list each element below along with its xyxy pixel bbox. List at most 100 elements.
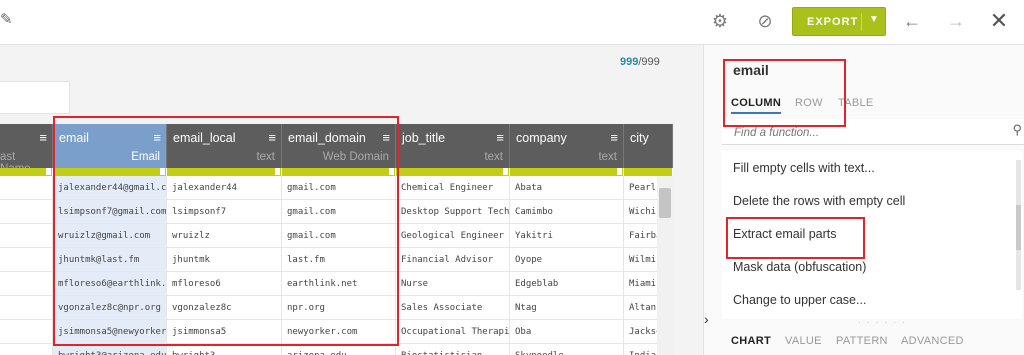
grid-search-box[interactable]: [0, 81, 70, 114]
scrollbar-thumb[interactable]: [1016, 205, 1021, 250]
table-cell[interactable]: Financial Advisor: [396, 248, 510, 272]
tab-advanced[interactable]: ADVANCED: [901, 335, 964, 347]
table-cell[interactable]: npr.org: [282, 296, 396, 320]
table-cell[interactable]: Nurse: [396, 272, 510, 296]
column-menu-icon[interactable]: ≡: [496, 130, 504, 145]
table-cell[interactable]: [0, 344, 53, 355]
column-menu-icon[interactable]: ≡: [382, 130, 390, 145]
gear-icon[interactable]: ⚙: [709, 10, 731, 32]
quality-bar: [624, 168, 673, 176]
search-icon[interactable]: ⚲: [1012, 122, 1022, 138]
table-cell[interactable]: mfloreso6: [167, 272, 282, 296]
tab-chart[interactable]: CHART: [731, 335, 771, 347]
function-fill-empty[interactable]: Fill empty cells with text...: [733, 161, 875, 175]
table-cell[interactable]: jalexander44: [167, 176, 282, 200]
table-cell[interactable]: [0, 200, 53, 224]
table-cell[interactable]: jsimmonsa5@newyorker.: [53, 320, 167, 344]
table-cell[interactable]: bwright3@arizona.edu: [53, 344, 167, 355]
column-menu-icon[interactable]: ≡: [39, 130, 47, 145]
table-cell[interactable]: Occupational Therapis: [396, 320, 510, 344]
tab-row[interactable]: ROW: [795, 97, 823, 109]
function-search-input[interactable]: [732, 123, 1006, 143]
tab-column[interactable]: COLUMN: [731, 97, 782, 114]
table-cell[interactable]: gmail.com: [282, 176, 396, 200]
table-cell[interactable]: Desktop Support Techn: [396, 200, 510, 224]
table-cell[interactable]: Edgeblab: [510, 272, 624, 296]
column-header[interactable]: city: [624, 124, 673, 168]
column-header[interactable]: job_title ≡ text: [396, 124, 510, 168]
function-delete-empty-rows[interactable]: Delete the rows with empty cell: [733, 194, 905, 208]
selected-column-title: email: [733, 62, 769, 78]
table-cell[interactable]: Sales Associate: [396, 296, 510, 320]
column-header[interactable]: email ≡ Email: [53, 124, 167, 168]
column-menu-icon[interactable]: ≡: [268, 130, 276, 145]
tab-value[interactable]: VALUE: [785, 335, 822, 347]
column-menu-icon[interactable]: ≡: [610, 130, 618, 145]
table-cell[interactable]: jhuntmk@last.fm: [53, 248, 167, 272]
table-cell[interactable]: lsimpsonf7@gmail.com: [53, 200, 167, 224]
table-cell[interactable]: [0, 248, 53, 272]
chevron-down-icon[interactable]: ▼: [869, 14, 880, 25]
table-cell[interactable]: Oba: [510, 320, 624, 344]
table-cell[interactable]: gmail.com: [282, 200, 396, 224]
table-cell[interactable]: gmail.com: [282, 224, 396, 248]
top-toolbar: ✎ ⚙ ⊘ EXPORT ▼ ← → ✕: [0, 0, 1024, 45]
column-menu-icon[interactable]: ≡: [153, 130, 161, 145]
table-cell[interactable]: mfloreso6@earthlink.n: [53, 272, 167, 296]
column-header[interactable]: company ≡ text: [510, 124, 624, 168]
table-cell[interactable]: Ntag: [510, 296, 624, 320]
table-cell[interactable]: vgonzalez8c@npr.org: [53, 296, 167, 320]
column-name: company: [516, 131, 567, 145]
panel-scrollbar[interactable]: [1016, 160, 1021, 290]
table-cell[interactable]: Abata: [510, 176, 624, 200]
link-icon[interactable]: ⊘: [754, 10, 776, 32]
table-cell[interactable]: bwright3: [167, 344, 282, 355]
quality-bar: [0, 168, 53, 176]
table-cell[interactable]: arizona.edu: [282, 344, 396, 355]
table-cell[interactable]: Biostatistician: [396, 344, 510, 355]
arrow-left-icon[interactable]: ←: [901, 10, 923, 32]
table-cell[interactable]: [0, 224, 53, 248]
tab-pattern[interactable]: PATTERN: [836, 335, 888, 347]
arrow-right-icon[interactable]: →: [945, 10, 967, 32]
table-cell[interactable]: newyorker.com: [282, 320, 396, 344]
table-cell[interactable]: [0, 176, 53, 200]
close-icon[interactable]: ✕: [988, 10, 1010, 32]
chevron-right-icon[interactable]: ›: [704, 311, 718, 327]
table-cell[interactable]: [0, 296, 53, 320]
table-cell[interactable]: [0, 272, 53, 296]
column-header[interactable]: email_local ≡ text: [167, 124, 282, 168]
function-mask-data[interactable]: Mask data (obfuscation): [733, 260, 866, 274]
table-cell[interactable]: earthlink.net: [282, 272, 396, 296]
table-cell[interactable]: Camimbo: [510, 200, 624, 224]
resize-grip[interactable]: · · · · · ·: [858, 318, 907, 327]
column-type: text: [256, 151, 275, 163]
grid-scrollbar[interactable]: [657, 176, 673, 355]
table-cell[interactable]: Skynoodle: [510, 344, 624, 355]
table-cell[interactable]: Oyope: [510, 248, 624, 272]
quality-bar: [282, 168, 396, 176]
function-upper-case[interactable]: Change to upper case...: [733, 293, 866, 307]
pencil-icon[interactable]: ✎: [0, 10, 14, 30]
column-header[interactable]: ≡ ast Name: [0, 124, 53, 175]
quality-bar: [396, 168, 510, 176]
column-name: email: [59, 131, 89, 145]
function-extract-email-parts[interactable]: Extract email parts: [733, 227, 837, 241]
table-cell[interactable]: [0, 320, 53, 344]
table-cell[interactable]: vgonzalez8c: [167, 296, 282, 320]
tab-table[interactable]: TABLE: [838, 97, 874, 109]
column-email: email ≡ Email jalexander44@gmail.cc lsim…: [53, 124, 167, 355]
table-cell[interactable]: wruizlz: [167, 224, 282, 248]
table-cell[interactable]: last.fm: [282, 248, 396, 272]
table-cell[interactable]: wruizlz@gmail.com: [53, 224, 167, 248]
table-cell[interactable]: jalexander44@gmail.cc: [53, 176, 167, 200]
table-cell[interactable]: Yakitri: [510, 224, 624, 248]
table-cell[interactable]: Chemical Engineer: [396, 176, 510, 200]
table-cell[interactable]: lsimpsonf7: [167, 200, 282, 224]
column-header[interactable]: email_domain ≡ Web Domain: [282, 124, 396, 168]
table-cell[interactable]: Geological Engineer: [396, 224, 510, 248]
scrollbar-thumb[interactable]: [659, 188, 671, 218]
table-cell[interactable]: jsimmonsa5: [167, 320, 282, 344]
table-cell[interactable]: jhuntmk: [167, 248, 282, 272]
export-button[interactable]: EXPORT ▼: [792, 7, 886, 36]
